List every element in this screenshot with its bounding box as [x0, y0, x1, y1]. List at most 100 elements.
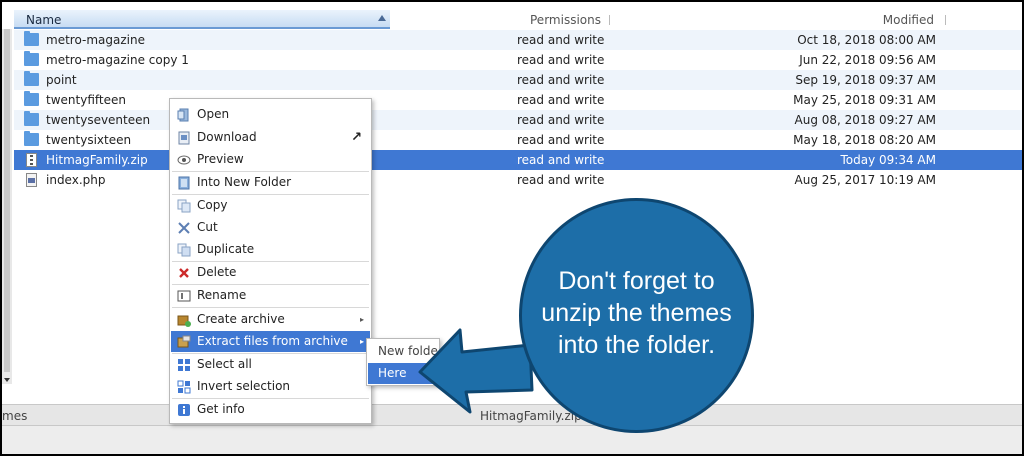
callout-bubble: Don't forget to unzip the themes into th…: [519, 198, 754, 433]
table-row[interactable]: metro-magazine copy 1 read and write Jun…: [14, 50, 1022, 70]
select-all-icon: [178, 359, 190, 371]
menu-item-label: Invert selection: [197, 379, 291, 393]
scrollbar-thumb[interactable]: [4, 16, 10, 372]
menu-item-get-info[interactable]: Get info: [171, 399, 370, 420]
menu-item-preview[interactable]: Preview: [171, 149, 370, 170]
file-name: point: [46, 73, 77, 87]
menu-item-rename[interactable]: Rename: [171, 285, 370, 306]
status-left-text: mes: [2, 409, 28, 423]
callout-text: Don't forget to unzip the themes into th…: [522, 265, 751, 361]
folder-icon: [24, 131, 39, 146]
callout-line: Don't forget to: [558, 267, 715, 295]
menu-separator: [172, 307, 369, 308]
menu-item-into-new-folder[interactable]: Into New Folder: [171, 172, 370, 193]
column-header-bar: Name Permissions Modified: [2, 10, 1022, 29]
delete-x-icon: [179, 268, 189, 278]
new-folder-icon: [178, 176, 190, 190]
file-permissions: read and write: [517, 53, 605, 67]
menu-item-label: Select all: [197, 357, 252, 371]
vertical-scrollbar[interactable]: [2, 12, 12, 384]
menu-item-label: Open: [197, 107, 230, 121]
menu-item-label: Download: [197, 130, 257, 144]
folder-icon: [24, 111, 39, 126]
archive-icon: [177, 315, 191, 327]
zip-icon: [26, 153, 37, 167]
file-name: index.php: [46, 173, 106, 187]
folder-icon: [24, 71, 39, 86]
menu-item-invert-selection[interactable]: Invert selection: [171, 376, 370, 397]
folder-icon: [24, 91, 39, 106]
file-modified: Jun 22, 2018 09:56 AM: [799, 53, 936, 67]
php-file-icon: [26, 173, 37, 187]
copy-icon: [177, 199, 191, 213]
table-row[interactable]: twentyfifteen read and write May 25, 201…: [14, 90, 1022, 110]
file-modified: Sep 19, 2018 09:37 AM: [795, 73, 936, 87]
menu-item-label: Delete: [197, 265, 237, 279]
menu-item-create-archive[interactable]: Create archive ▸: [171, 309, 370, 330]
file-modified: Aug 08, 2018 09:27 AM: [794, 113, 936, 127]
column-header-permissions[interactable]: Permissions: [530, 13, 601, 27]
menu-item-download[interactable]: Download ↗: [171, 127, 370, 148]
table-row[interactable]: twentyseventeen read and write Aug 08, 2…: [14, 110, 1022, 130]
table-row[interactable]: twentysixteen read and write May 18, 201…: [14, 130, 1022, 150]
menu-item-extract-files[interactable]: Extract files from archive ▸: [171, 331, 370, 352]
file-name: HitmagFamily.zip: [46, 153, 148, 167]
file-permissions: read and write: [517, 93, 605, 107]
menu-item-open[interactable]: Open: [171, 104, 370, 125]
menu-item-label: Copy: [197, 198, 228, 212]
menu-item-copy[interactable]: Copy: [171, 195, 370, 216]
table-row[interactable]: index.php read and write Aug 25, 2017 10…: [14, 170, 1022, 190]
menu-item-cut[interactable]: Cut: [171, 217, 370, 238]
menu-item-label: Rename: [197, 288, 247, 302]
folder-icon: [24, 31, 39, 46]
callout-line: unzip the themes: [541, 299, 732, 327]
file-name: metro-magazine: [46, 33, 145, 47]
file-name: twentyseventeen: [46, 113, 151, 127]
menu-item-delete[interactable]: Delete: [171, 262, 370, 283]
info-icon: [178, 404, 190, 416]
file-permissions: read and write: [517, 133, 605, 147]
file-modified: Oct 18, 2018 08:00 AM: [797, 33, 936, 47]
download-icon: [178, 131, 190, 145]
invert-selection-icon: [177, 380, 191, 394]
column-header-modified[interactable]: Modified: [883, 13, 934, 27]
table-row[interactable]: metro-magazine read and write Oct 18, 20…: [14, 30, 1022, 50]
extract-icon: [177, 335, 191, 348]
file-name: twentyfifteen: [46, 93, 126, 107]
file-list: metro-magazine read and write Oct 18, 20…: [14, 30, 1022, 190]
folder-icon: [24, 51, 39, 66]
table-row-selected[interactable]: HitmagFamily.zip read and write Today 09…: [14, 150, 1022, 170]
rename-icon: [177, 290, 191, 302]
menu-item-label: Preview: [197, 152, 244, 166]
file-modified: Today 09:34 AM: [840, 153, 936, 167]
column-resize-handle[interactable]: [609, 15, 610, 25]
file-modified: May 18, 2018 08:20 AM: [793, 133, 936, 147]
duplicate-icon: [177, 243, 191, 257]
open-icon: [177, 108, 189, 122]
menu-item-label: Extract files from archive: [197, 334, 348, 348]
menu-item-label: Duplicate: [197, 242, 255, 256]
file-permissions: read and write: [517, 33, 605, 47]
menu-item-duplicate[interactable]: Duplicate: [171, 239, 370, 260]
footer-area: [2, 426, 1022, 454]
menu-item-select-all[interactable]: Select all: [171, 354, 370, 375]
submenu-arrow-icon: ▸: [359, 315, 364, 324]
submenu-arrow-icon: ▸: [359, 337, 364, 346]
scroll-down-arrow-icon[interactable]: [4, 378, 10, 382]
menu-item-label: Into New Folder: [197, 175, 292, 189]
column-resize-handle[interactable]: [945, 15, 946, 25]
sort-ascending-icon: [378, 15, 386, 21]
table-row[interactable]: point read and write Sep 19, 2018 09:37 …: [14, 70, 1022, 90]
eye-icon: [177, 155, 191, 165]
context-menu: Open Download ↗ Preview Into New Folder …: [169, 98, 372, 424]
file-name: metro-magazine copy 1: [46, 53, 189, 67]
file-permissions: read and write: [517, 113, 605, 127]
scissors-icon: [178, 222, 190, 234]
file-modified: May 25, 2018 09:31 AM: [793, 93, 936, 107]
column-header-name[interactable]: Name: [14, 10, 390, 29]
external-arrow-icon: ↗: [351, 130, 362, 145]
menu-item-label: Get info: [197, 402, 245, 416]
file-modified: Aug 25, 2017 10:19 AM: [794, 173, 936, 187]
file-permissions: read and write: [517, 73, 605, 87]
callout-line: into the folder.: [557, 331, 716, 359]
